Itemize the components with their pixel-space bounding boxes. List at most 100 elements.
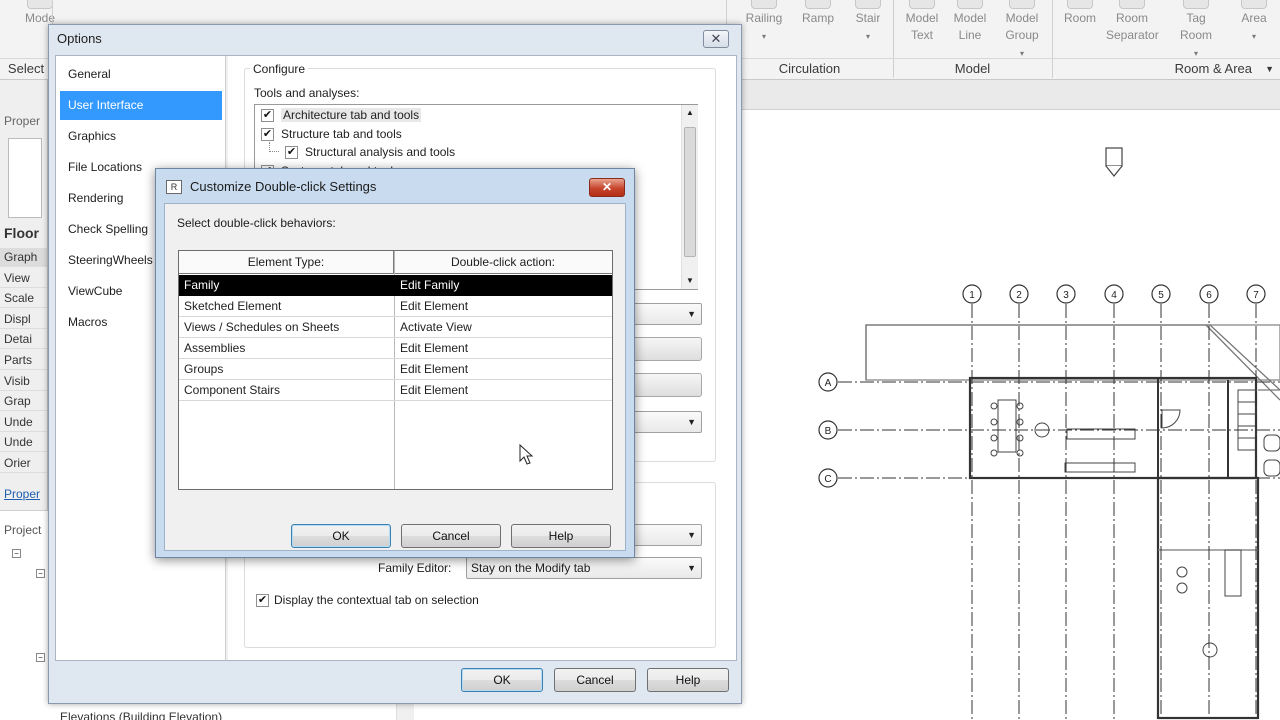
property-row[interactable]: Visib [0, 372, 47, 391]
chevron-down-icon: ▼ [687, 417, 696, 427]
cell-double-click-action[interactable]: Edit Family [395, 275, 612, 295]
property-row[interactable]: Orier [0, 454, 47, 473]
ribbon-tool-10[interactable]: Area ▾ [1228, 0, 1280, 56]
contextual-tab-label: Display the contextual tab on selection [274, 593, 479, 607]
ribbon-tool-label: Tag Room [1179, 11, 1212, 42]
ribbon-tool-1[interactable]: Railing ▾ [738, 0, 790, 56]
scroll-down-icon[interactable]: ▼ [682, 273, 698, 289]
column-header-element-type[interactable]: Element Type: [179, 251, 394, 274]
panel-dropdown-icon[interactable]: ▼ [1265, 59, 1274, 79]
tree-collapse-icon[interactable]: − [12, 549, 21, 558]
dropdown-caret-icon[interactable]: ▾ [1020, 49, 1024, 58]
ribbon-tool-9[interactable]: Tag Room ▾ [1170, 0, 1222, 58]
contextual-tab-checkbox[interactable]: ✔ [256, 594, 269, 607]
table-row[interactable]: Sketched Element Edit Element [179, 296, 612, 317]
ribbon-tool-icon [27, 0, 53, 9]
dropdown-caret-icon[interactable]: ▾ [866, 32, 870, 41]
property-row[interactable]: Displ [0, 310, 47, 329]
options-close-icon[interactable]: ✕ [703, 30, 729, 48]
options-ok-button[interactable]: OK [461, 668, 543, 692]
nav-item-graphics[interactable]: Graphics [60, 122, 222, 151]
dropdown-caret-icon[interactable]: ▾ [762, 32, 766, 41]
cell-element-type[interactable]: Family [179, 275, 394, 295]
property-row[interactable]: Unde [0, 413, 47, 432]
ribbon-tool-7[interactable]: Room [1054, 0, 1106, 56]
scroll-up-icon[interactable]: ▲ [682, 105, 698, 121]
section-marker-icon [1105, 147, 1123, 177]
ribbon-tool-5[interactable]: Model Line [944, 0, 996, 56]
cell-double-click-action[interactable]: Edit Element [395, 338, 612, 358]
ribbon-tool-3[interactable]: Stair ▾ [842, 0, 894, 56]
property-row[interactable]: Grap [0, 392, 47, 412]
cell-double-click-action[interactable]: Edit Element [395, 380, 612, 400]
table-row[interactable]: Assemblies Edit Element [179, 338, 612, 359]
property-row[interactable]: Parts [0, 351, 47, 370]
type-preview [8, 138, 42, 218]
tool-checkbox[interactable]: ✔ [261, 109, 274, 122]
tree-collapse-icon[interactable]: − [36, 569, 45, 578]
ribbon-tool-label: Railing [745, 11, 783, 25]
cell-element-type[interactable]: Assemblies [179, 338, 394, 358]
dropdown-caret-icon[interactable]: ▾ [1252, 32, 1256, 41]
customize-cancel-button[interactable]: Cancel [401, 524, 501, 548]
double-click-grid[interactable]: Element Type: Double-click action: Famil… [178, 250, 613, 490]
cell-double-click-action[interactable]: Edit Element [395, 296, 612, 316]
property-row[interactable]: Detai [0, 330, 47, 350]
ribbon-tool-2[interactable]: Ramp [792, 0, 844, 56]
customize-close-icon[interactable]: ✕ [589, 178, 625, 197]
property-row[interactable]: Unde [0, 433, 47, 453]
panel-label-circulation[interactable]: Circulation [726, 58, 893, 78]
ribbon-tool-6[interactable]: Model Group ▾ [996, 0, 1048, 58]
ribbon-tool-icon [855, 0, 881, 9]
panel-label-select[interactable]: Select [0, 58, 52, 78]
ribbon-tool-label: Stair [855, 11, 881, 25]
customize-help-button[interactable]: Help [511, 524, 611, 548]
panel-label-room-area[interactable]: Room & Area ▼ [1052, 58, 1280, 78]
table-row[interactable]: Views / Schedules on Sheets Activate View [179, 317, 612, 338]
mouse-cursor-icon [519, 444, 534, 465]
nav-item-general[interactable]: General [60, 60, 222, 89]
properties-help-link[interactable]: Proper [4, 487, 40, 501]
walls [865, 324, 1280, 720]
cell-double-click-action[interactable]: Edit Element [395, 359, 612, 379]
property-row[interactable]: Scale [0, 289, 47, 309]
property-row[interactable]: View [0, 269, 47, 288]
tool-checkbox[interactable]: ✔ [285, 146, 298, 159]
family-editor-value: Stay on the Modify tab [471, 561, 591, 575]
tool-checkbox[interactable]: ✔ [261, 127, 274, 141]
family-editor-combo[interactable]: Stay on the Modify tab ▼ [466, 557, 702, 579]
ribbon-tool-label: Ramp [801, 11, 834, 25]
scroll-thumb[interactable] [684, 127, 696, 257]
cell-element-type[interactable]: Component Stairs [179, 380, 394, 400]
options-help-button[interactable]: Help [647, 668, 729, 692]
cell-element-type[interactable]: Groups [179, 359, 394, 379]
tool-label: Architecture tab and tools [281, 108, 422, 122]
ribbon-tool-8[interactable]: Room Separator [1106, 0, 1159, 56]
family-editor-label: Family Editor: [378, 561, 452, 575]
dropdown-caret-icon[interactable]: ▾ [1194, 49, 1198, 58]
customize-ok-button[interactable]: OK [291, 524, 391, 548]
table-row[interactable]: Component Stairs Edit Element [179, 380, 612, 401]
configure-label: Configure [250, 62, 309, 76]
property-row[interactable]: Graph [0, 248, 47, 267]
table-row[interactable]: Groups Edit Element [179, 359, 612, 380]
tree-collapse-icon[interactable]: − [36, 653, 45, 662]
nav-item-user-interface[interactable]: User Interface [60, 91, 222, 120]
ribbon-tool-icon [751, 0, 777, 9]
options-cancel-button[interactable]: Cancel [554, 668, 636, 692]
cell-element-type[interactable]: Sketched Element [179, 296, 394, 316]
ribbon-tool-4[interactable]: Model Text [896, 0, 948, 56]
options-title: Options [57, 31, 102, 46]
cell-double-click-action[interactable]: Activate View [395, 317, 612, 337]
type-selector-label[interactable]: Floor [4, 225, 39, 241]
tools-analyses-label: Tools and analyses: [254, 86, 360, 100]
tools-list-scrollbar[interactable]: ▲ ▼ [681, 105, 698, 289]
ribbon-tool-icon [1119, 0, 1145, 9]
ribbon-tool-label: Room Separator [1106, 11, 1159, 42]
table-row[interactable]: Family Edit Family [179, 275, 612, 296]
tree-item-elevations[interactable]: Elevations (Building Elevation) [60, 710, 222, 720]
cell-element-type[interactable]: Views / Schedules on Sheets [179, 317, 394, 337]
chevron-down-icon: ▼ [687, 563, 696, 573]
column-header-action[interactable]: Double-click action: [394, 251, 612, 274]
panel-label-model[interactable]: Model [893, 58, 1052, 78]
